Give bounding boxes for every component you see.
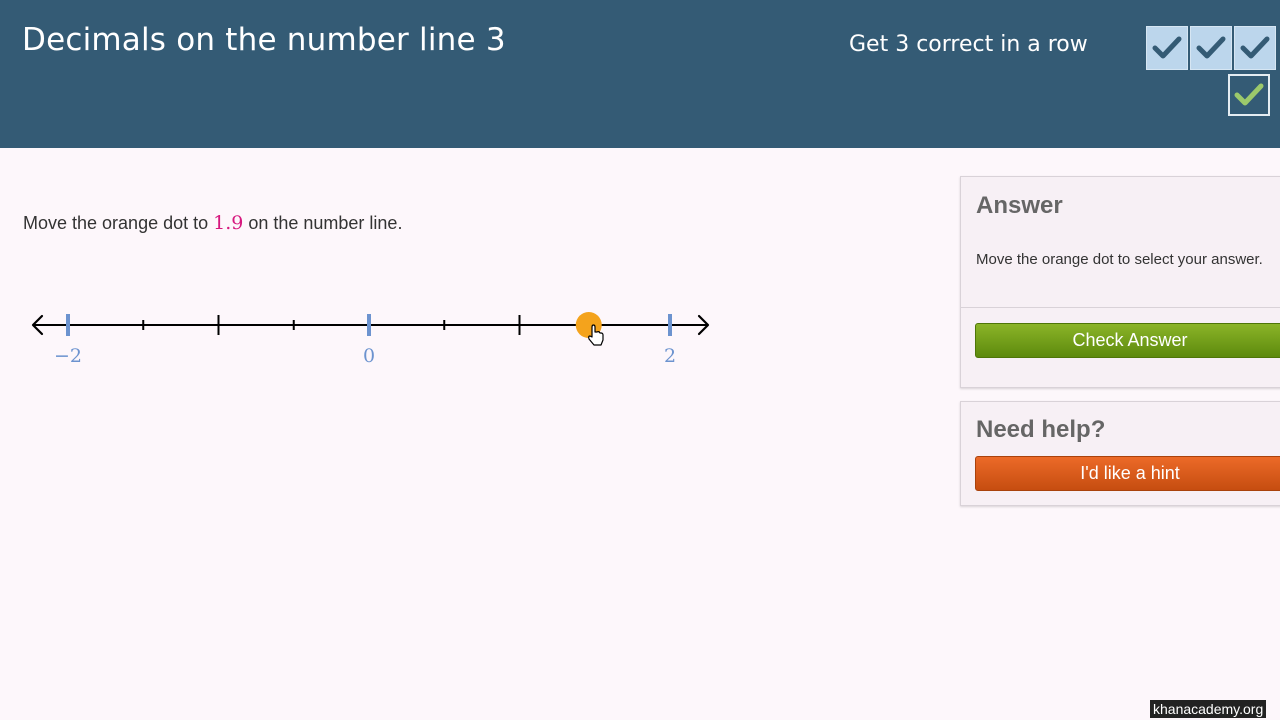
question-text: Move the orange dot to 1.9 on the number… [23, 212, 402, 234]
streak-complete-box [1228, 74, 1270, 116]
streak-box-3 [1234, 26, 1276, 70]
help-heading: Need help? [976, 416, 1106, 443]
check-icon [1240, 36, 1270, 59]
panel-divider [961, 307, 1280, 308]
question-prefix: Move the orange dot to [23, 213, 214, 233]
streak-progress [1146, 26, 1276, 70]
tick-label-neg2: −2 [54, 345, 82, 367]
streak-box-2 [1190, 26, 1232, 70]
target-value: 1.9 [213, 212, 244, 234]
streak-label: Get 3 correct in a row [849, 32, 1088, 57]
exercise-header: Decimals on the number line 3 Get 3 corr… [0, 0, 1280, 148]
exercise-title: Decimals on the number line 3 [22, 22, 506, 58]
watermark: khanacademy.org [1150, 700, 1267, 718]
answer-instruction: Move the orange dot to select your answe… [976, 251, 1263, 268]
check-icon [1196, 36, 1226, 59]
hint-button[interactable]: I'd like a hint [975, 456, 1280, 491]
answer-panel: Answer Move the orange dot to select you… [960, 176, 1280, 388]
check-answer-button[interactable]: Check Answer [975, 323, 1280, 358]
help-panel: Need help? I'd like a hint [960, 401, 1280, 506]
streak-box-1 [1146, 26, 1188, 70]
tick-label-2: 2 [664, 345, 676, 367]
answer-heading: Answer [976, 192, 1063, 219]
question-suffix: on the number line. [243, 213, 403, 233]
tick-label-0: 0 [363, 345, 375, 367]
check-icon [1234, 83, 1264, 106]
number-line: −2 0 2 [31, 312, 710, 367]
check-icon [1152, 36, 1182, 59]
